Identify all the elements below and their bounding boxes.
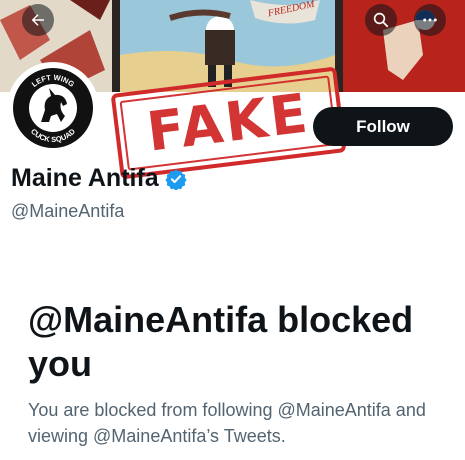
blocked-title: @MaineAntifa blocked you bbox=[28, 299, 414, 384]
banner-panel-right bbox=[343, 0, 465, 92]
profile-name-row: Maine Antifa bbox=[11, 164, 187, 193]
avatar[interactable]: LEFT WING CUCK SQUAD bbox=[7, 62, 99, 154]
verified-badge-icon bbox=[165, 168, 187, 190]
search-icon bbox=[373, 12, 389, 28]
unicorn-logo-icon: LEFT WING CUCK SQUAD bbox=[13, 68, 93, 148]
more-icon bbox=[423, 18, 437, 22]
banner-divider bbox=[112, 0, 120, 92]
arrow-left-icon bbox=[31, 14, 44, 26]
profile-handle: @MaineAntifa bbox=[11, 201, 125, 221]
back-button[interactable] bbox=[22, 4, 54, 36]
stamp-text: FAKE bbox=[119, 75, 338, 171]
blocked-description: You are blocked from following @MaineAnt… bbox=[28, 400, 426, 446]
follow-button[interactable]: Follow bbox=[313, 107, 453, 146]
search-button[interactable] bbox=[365, 4, 397, 36]
profile-name: Maine Antifa bbox=[11, 164, 159, 192]
more-button[interactable] bbox=[414, 4, 446, 36]
